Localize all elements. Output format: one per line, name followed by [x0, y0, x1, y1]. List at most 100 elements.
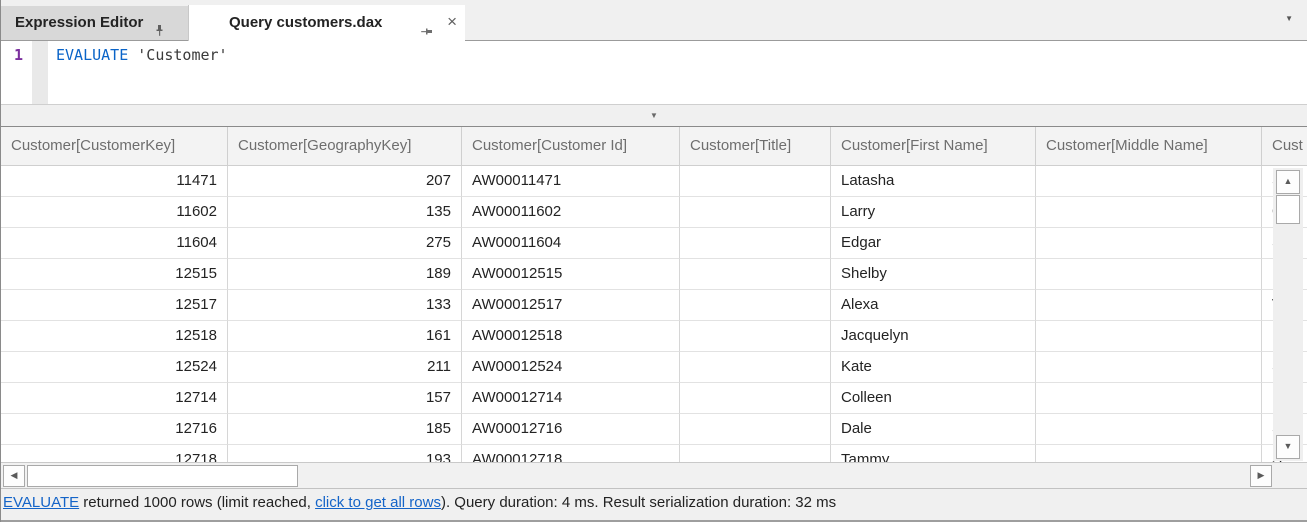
editor-results-splitter[interactable]: ▼	[1, 104, 1307, 126]
table-cell[interactable]	[1036, 321, 1262, 352]
table-cell[interactable]: 161	[228, 321, 462, 352]
table-cell[interactable]	[680, 321, 831, 352]
table-row[interactable]: 12716185AW00012716DaleS	[1, 414, 1307, 445]
table-cell[interactable]: AW00012517	[462, 290, 680, 321]
table-cell[interactable]: AW00012718	[462, 445, 680, 462]
table-cell[interactable]: Shelby	[831, 259, 1036, 290]
table-cell[interactable]: Jacquelyn	[831, 321, 1036, 352]
table-row[interactable]: 12524211AW00012524KateS	[1, 352, 1307, 383]
results-grid: Customer[CustomerKey]Customer[GeographyK…	[1, 126, 1307, 462]
horizontal-scrollbar-thumb[interactable]	[27, 465, 298, 487]
table-cell[interactable]	[680, 352, 831, 383]
table-cell[interactable]	[680, 290, 831, 321]
table-row[interactable]: 12714157AW00012714ColleenL	[1, 383, 1307, 414]
column-header[interactable]: Cust	[1262, 127, 1307, 166]
get-all-rows-link[interactable]: click to get all rows	[315, 494, 441, 511]
table-cell[interactable]	[1036, 290, 1262, 321]
table-cell[interactable]: Kate	[831, 352, 1036, 383]
table-cell[interactable]: Dale	[831, 414, 1036, 445]
table-cell[interactable]: AW00011602	[462, 197, 680, 228]
tab-label: Expression Editor	[15, 14, 143, 31]
column-header[interactable]: Customer[Customer Id]	[462, 127, 680, 166]
column-header[interactable]: Customer[Title]	[680, 127, 831, 166]
vertical-scrollbar-thumb[interactable]	[1276, 195, 1300, 224]
tab-expression-editor[interactable]: Expression Editor	[1, 6, 188, 40]
table-cell[interactable]: 207	[228, 166, 462, 197]
table-row[interactable]: 12518161AW00012518JacquelynD	[1, 321, 1307, 352]
tab-overflow-dropdown-icon[interactable]: ▼	[1285, 14, 1293, 23]
table-cell[interactable]	[1036, 383, 1262, 414]
table-cell[interactable]	[680, 259, 831, 290]
table-cell[interactable]: AW00012515	[462, 259, 680, 290]
table-cell[interactable]: Alexa	[831, 290, 1036, 321]
table-cell[interactable]	[680, 166, 831, 197]
column-header[interactable]: Customer[Middle Name]	[1036, 127, 1262, 166]
tab-query-customers-dax[interactable]: Query customers.dax ×	[188, 5, 465, 41]
evaluate-link[interactable]: EVALUATE	[3, 494, 79, 511]
table-cell[interactable]: 157	[228, 383, 462, 414]
table-cell[interactable]: AW00012714	[462, 383, 680, 414]
table-cell[interactable]: AW00012716	[462, 414, 680, 445]
table-cell[interactable]: 275	[228, 228, 462, 259]
table-cell[interactable]	[1036, 197, 1262, 228]
close-icon[interactable]: ×	[447, 5, 457, 39]
table-cell[interactable]: 211	[228, 352, 462, 383]
vertical-scrollbar[interactable]: ▲ ▼	[1273, 168, 1303, 461]
table-cell[interactable]	[1036, 259, 1262, 290]
table-cell[interactable]: AW00012518	[462, 321, 680, 352]
code-line[interactable]: EVALUATE 'Customer'	[56, 46, 228, 64]
scroll-left-icon[interactable]: ◀	[3, 465, 25, 487]
table-cell[interactable]: Latasha	[831, 166, 1036, 197]
horizontal-scrollbar[interactable]: ◀ ▶	[1, 462, 1307, 488]
table-cell[interactable]: 193	[228, 445, 462, 462]
scroll-up-icon[interactable]: ▲	[1276, 170, 1300, 194]
grid-header: Customer[CustomerKey]Customer[GeographyK…	[1, 127, 1307, 166]
code-editor[interactable]: 1 EVALUATE 'Customer'	[1, 41, 1307, 104]
table-cell[interactable]: 12517	[1, 290, 228, 321]
table-cell[interactable]: 11602	[1, 197, 228, 228]
table-row[interactable]: 11602135AW00011602LarryG	[1, 197, 1307, 228]
table-cell[interactable]: 12515	[1, 259, 228, 290]
table-cell[interactable]: AW00012524	[462, 352, 680, 383]
table-cell[interactable]: Larry	[831, 197, 1036, 228]
grid-body: 11471207AW00011471LatashaS11602135AW0001…	[1, 166, 1307, 462]
table-cell[interactable]: Edgar	[831, 228, 1036, 259]
table-cell[interactable]: 11604	[1, 228, 228, 259]
table-cell[interactable]	[1036, 166, 1262, 197]
table-cell[interactable]: 11471	[1, 166, 228, 197]
table-cell[interactable]: 12524	[1, 352, 228, 383]
scroll-down-icon[interactable]: ▼	[1276, 435, 1300, 459]
table-cell[interactable]	[680, 414, 831, 445]
table-cell[interactable]: 189	[228, 259, 462, 290]
table-cell[interactable]: 135	[228, 197, 462, 228]
table-cell[interactable]: 12716	[1, 414, 228, 445]
table-cell[interactable]	[1036, 414, 1262, 445]
table-cell[interactable]	[1036, 228, 1262, 259]
table-cell[interactable]	[680, 445, 831, 462]
column-header[interactable]: Customer[First Name]	[831, 127, 1036, 166]
table-cell[interactable]: 133	[228, 290, 462, 321]
table-cell[interactable]	[1036, 445, 1262, 462]
table-cell[interactable]: 12518	[1, 321, 228, 352]
column-header[interactable]: Customer[GeographyKey]	[228, 127, 462, 166]
table-cell[interactable]: 12714	[1, 383, 228, 414]
table-row[interactable]: 12718193AW00012718TammyS	[1, 445, 1307, 462]
table-cell[interactable]: 185	[228, 414, 462, 445]
table-row[interactable]: 12517133AW00012517AlexaV	[1, 290, 1307, 321]
table-cell[interactable]: Tammy	[831, 445, 1036, 462]
table-row[interactable]: 11604275AW00011604EdgarS	[1, 228, 1307, 259]
splitter-collapse-icon[interactable]: ▼	[650, 111, 658, 120]
scroll-right-icon[interactable]: ▶	[1250, 465, 1272, 487]
table-cell[interactable]	[680, 197, 831, 228]
column-header[interactable]: Customer[CustomerKey]	[1, 127, 228, 166]
dax-keyword: EVALUATE	[56, 46, 128, 64]
table-row[interactable]: 11471207AW00011471LatashaS	[1, 166, 1307, 197]
table-cell[interactable]	[680, 228, 831, 259]
table-cell[interactable]: AW00011604	[462, 228, 680, 259]
table-cell[interactable]	[680, 383, 831, 414]
table-cell[interactable]: AW00011471	[462, 166, 680, 197]
table-cell[interactable]	[1036, 352, 1262, 383]
table-cell[interactable]: 12718	[1, 445, 228, 462]
table-cell[interactable]: Colleen	[831, 383, 1036, 414]
table-row[interactable]: 12515189AW00012515ShelbyB	[1, 259, 1307, 290]
